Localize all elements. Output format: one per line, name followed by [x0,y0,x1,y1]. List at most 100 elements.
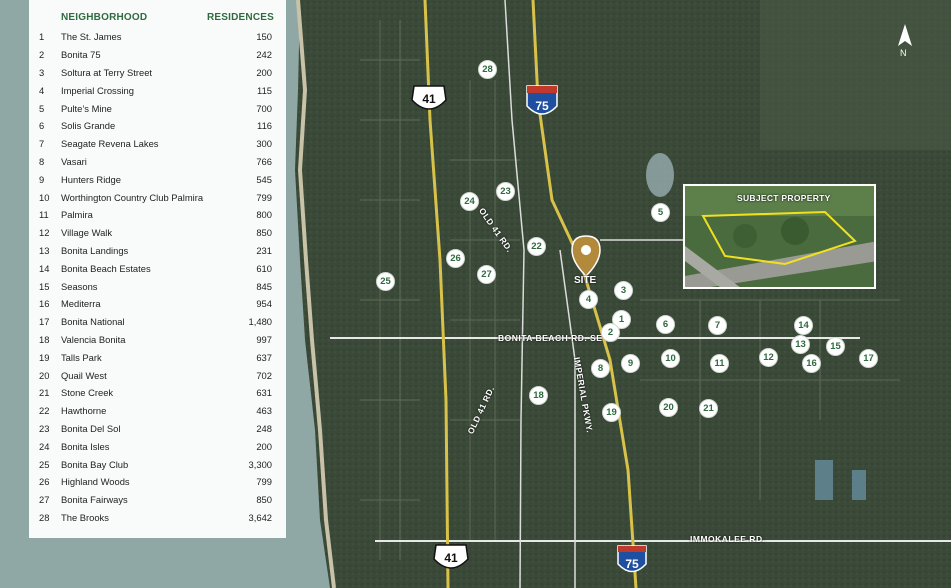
legend-name: Seagate Revena Lakes [61,138,159,150]
legend-row: 5 Pulte’s Mine 700 [39,99,280,117]
i75-shield-top: 75 [526,85,558,115]
legend-num: 8 [39,155,45,167]
legend-res: 3,300 [248,458,272,470]
legend-row: 19 Talls Park 637 [39,348,280,366]
legend-res: 845 [256,280,272,292]
legend-row: 22 Hawthorne 463 [39,402,280,420]
legend-res: 115 [257,84,272,96]
marker-5[interactable]: 5 [651,203,670,222]
legend-res: 799 [256,476,272,488]
legend-res: 300 [256,138,272,150]
marker-28[interactable]: 28 [478,60,497,79]
legend-res: 1,480 [248,316,272,328]
legend-name: Pulte’s Mine [61,102,112,114]
legend-row: 14 Bonita Beach Estates 610 [39,259,280,277]
legend-row: 8 Vasari 766 [39,153,280,171]
legend-num: 6 [39,120,45,132]
marker-27[interactable]: 27 [477,265,496,284]
legend-header-residences: RESIDENCES [206,12,274,23]
marker-7[interactable]: 7 [708,316,727,335]
legend-row: 1 The St. James 150 [39,28,280,46]
marker-17[interactable]: 17 [859,349,878,368]
marker-10[interactable]: 10 [661,349,680,368]
legend-name: The St. James [61,31,122,43]
legend-row: 27 Bonita Fairways 850 [39,491,280,509]
farmland [760,0,951,150]
legend-num: 3 [39,66,45,78]
legend-name: Vasari [61,155,87,167]
us41-bottom-number: 41 [444,551,458,565]
marker-22[interactable]: 22 [527,237,546,256]
legend-num: 15 [39,280,50,292]
legend-name: Solis Grande [61,120,116,132]
legend-num: 14 [39,262,50,274]
legend-res: 799 [256,191,272,203]
marker-8[interactable]: 8 [591,359,610,378]
marker-24[interactable]: 24 [460,192,479,211]
legend-name: Palmira [61,209,93,221]
legend-header-name: NEIGHBORHOOD [61,12,148,23]
lake [852,470,866,500]
legend-row: 24 Bonita Isles 200 [39,437,280,455]
legend-num: 28 [39,511,50,523]
legend-row: 18 Valencia Bonita 997 [39,331,280,349]
legend-num: 10 [39,191,50,203]
marker-26[interactable]: 26 [446,249,465,268]
legend-num: 12 [39,227,50,239]
legend-name: Bonita Beach Estates [61,262,151,274]
legend-row: 26 Highland Woods 799 [39,473,280,491]
marker-15[interactable]: 15 [826,337,845,356]
legend-name: Soltura at Terry Street [61,66,153,78]
legend-row: 28 The Brooks 3,642 [39,509,280,527]
legend-name: Hunters Ridge [61,173,121,185]
legend-row: 20 Quail West 702 [39,366,280,384]
marker-6[interactable]: 6 [656,315,675,334]
legend-row: 3 Soltura at Terry Street 200 [39,64,280,82]
marker-3[interactable]: 3 [614,281,633,300]
legend-res: 3,642 [248,511,272,523]
marker-18[interactable]: 18 [529,386,548,405]
marker-2[interactable]: 2 [601,323,620,342]
legend-name: Highland Woods [61,476,130,488]
marker-4[interactable]: 4 [579,290,598,309]
marker-13[interactable]: 13 [791,335,810,354]
legend-name: Quail West [61,369,107,381]
legend-num: 23 [39,422,50,434]
marker-14[interactable]: 14 [794,316,813,335]
legend-row: 21 Stone Creek 631 [39,384,280,402]
legend-name: Village Walk [61,227,113,239]
legend-num: 1 [39,31,45,43]
legend-row: 12 Village Walk 850 [39,224,280,242]
legend-name: Seasons [61,280,98,292]
marker-21[interactable]: 21 [699,399,718,418]
marker-9[interactable]: 9 [621,354,640,373]
road-label-bonita-beach: BONITA BEACH RD. SE [498,333,603,343]
legend-num: 26 [39,476,50,488]
legend-name: The Brooks [61,511,109,523]
marker-19[interactable]: 19 [602,403,621,422]
legend-row: 13 Bonita Landings 231 [39,242,280,260]
us41-top-number: 41 [422,92,436,106]
subject-property-inset: SUBJECT PROPERTY [683,184,876,289]
marker-11[interactable]: 11 [710,354,729,373]
legend-name: Bonita Fairways [61,494,128,506]
marker-16[interactable]: 16 [802,354,821,373]
legend-res: 200 [256,66,272,78]
i75-bottom-number: 75 [625,557,639,571]
i75-shield-bottom: 75 [617,545,647,573]
legend-name: Bonita Isles [61,440,110,452]
marker-20[interactable]: 20 [659,398,678,417]
legend-num: 7 [39,138,45,150]
marker-25[interactable]: 25 [376,272,395,291]
legend-num: 9 [39,173,45,185]
compass-label: N [900,48,907,58]
legend-name: Bonita National [61,316,125,328]
legend-num: 22 [39,405,50,417]
legend-name: Imperial Crossing [61,84,134,96]
marker-12[interactable]: 12 [759,348,778,367]
marker-23[interactable]: 23 [496,182,515,201]
legend-res: 116 [257,120,272,132]
legend-res: 850 [256,494,272,506]
legend-res: 700 [256,102,272,114]
road-label-immokalee: IMMOKALEE RD. [690,534,766,544]
